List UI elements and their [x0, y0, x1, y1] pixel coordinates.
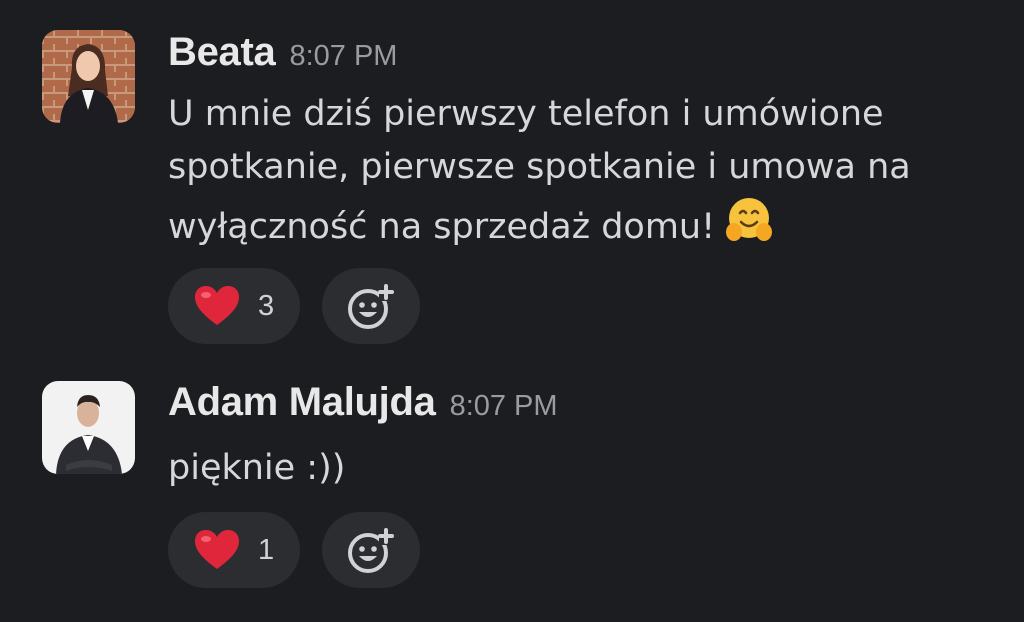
reactions-bar: 3 [168, 268, 420, 344]
timestamp[interactable]: 8:07 PM [289, 40, 397, 73]
add-reaction-icon [348, 283, 394, 329]
add-reaction-button[interactable] [322, 512, 420, 588]
red-heart-icon [195, 286, 239, 325]
message-line: wyłączność na sprzedaż domu! [168, 194, 911, 262]
add-reaction-icon [348, 527, 394, 573]
author-name[interactable]: Beata [168, 30, 276, 75]
message-text: pięknie :)) [168, 442, 345, 495]
add-reaction-button[interactable] [322, 268, 420, 344]
message-adam-malujda: Adam Malujda 8:07 PM pięknie :)) 1 [0, 360, 1024, 622]
message-line: spotkanie, pierwsze spotkanie i umowa na [168, 147, 911, 187]
reaction-count: 3 [258, 289, 275, 322]
avatar[interactable] [42, 381, 135, 474]
message-beata: Beata 8:07 PM U mnie dziś pierwszy telef… [0, 0, 1024, 360]
avatar-photo [42, 30, 135, 123]
message-line: U mnie dziś pierwszy telefon i umówione [168, 94, 884, 134]
timestamp[interactable]: 8:07 PM [450, 390, 558, 423]
reaction-heart[interactable]: 1 [168, 512, 300, 588]
reaction-count: 1 [258, 533, 275, 566]
reaction-heart[interactable]: 3 [168, 268, 300, 344]
message-line: pięknie :)) [168, 448, 346, 488]
red-heart-icon [195, 530, 239, 569]
hugging-face-icon [723, 194, 775, 262]
avatar-photo [42, 381, 135, 474]
message-header: Beata 8:07 PM [168, 30, 397, 75]
message-header: Adam Malujda 8:07 PM [168, 380, 558, 425]
message-text: U mnie dziś pierwszy telefon i umówione … [168, 88, 911, 262]
reactions-bar: 1 [168, 512, 420, 588]
author-name[interactable]: Adam Malujda [168, 380, 436, 425]
message-line-text: wyłączność na sprzedaż domu! [168, 207, 716, 247]
avatar[interactable] [42, 30, 135, 123]
